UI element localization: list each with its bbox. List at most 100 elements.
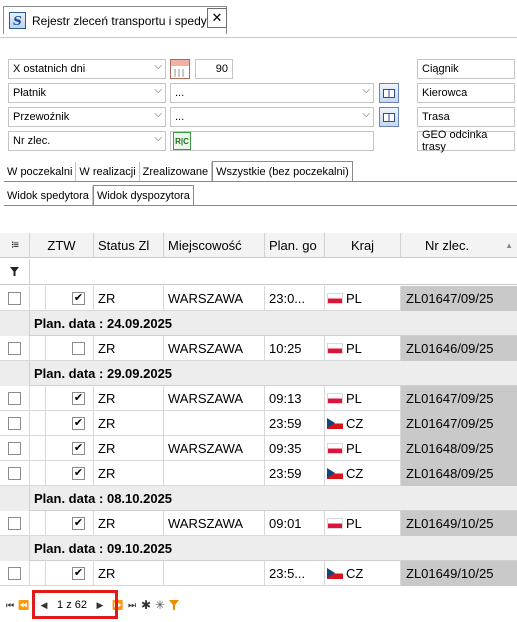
group-row-label: Plan. data : 29.09.2025 [34, 366, 173, 381]
country-code: PL [346, 516, 362, 531]
row-select-cell [0, 286, 30, 311]
column-header-ztw[interactable]: ZTW [30, 233, 94, 258]
period-select[interactable]: X ostatnich dni ⌵ [8, 59, 166, 79]
pager-highlight-box [32, 590, 118, 619]
ztw-checkbox[interactable]: ✔ [72, 517, 85, 530]
row-select-checkbox[interactable] [8, 467, 21, 480]
country-code: CZ [346, 416, 364, 431]
plan-time-cell: 09:35 [265, 436, 325, 461]
group-row-indent [0, 486, 30, 511]
table-row[interactable]: ✔ ZR WARSZAWA 23:0... PL ZL01647/09/25 [0, 286, 517, 311]
table-row[interactable]: ✔ ZR WARSZAWA 09:01 PL ZL01649/10/25 [0, 511, 517, 536]
row-select-checkbox[interactable] [8, 442, 21, 455]
group-row-label: Plan. data : 09.10.2025 [34, 541, 173, 556]
column-header-order-number[interactable]: Nr zlec. ▲ [401, 233, 517, 258]
ztw-checkbox[interactable]: ✔ [72, 442, 85, 455]
close-tab-button[interactable]: ✕ [207, 8, 227, 28]
column-header-plan-time[interactable]: Plan. go [265, 233, 325, 258]
country-code: PL [346, 291, 362, 306]
ztw-cell: ✔ [30, 286, 94, 311]
row-select-checkbox[interactable] [8, 517, 21, 530]
plan-time-cell: 09:01 [265, 511, 325, 536]
tab-forwarder-view[interactable]: Widok spedytora [4, 186, 93, 205]
tab-in-progress[interactable]: W realizacji [76, 162, 140, 181]
order-number-cell: ZL01648/09/25 [401, 461, 517, 486]
column-header-country-label: Kraj [350, 238, 375, 253]
document-tab[interactable]: S Rejestr zleceń transportu i spedycji [3, 6, 227, 34]
czech-flag-icon [327, 468, 343, 479]
table-row[interactable]: ✔ ZR 23:59 CZ ZL01647/09/25 [0, 411, 517, 436]
edit-record-button[interactable]: ✳ [153, 596, 167, 614]
group-row[interactable]: Plan. data : 08.10.2025 [0, 486, 517, 511]
polish-flag-icon [327, 293, 343, 304]
tab-waiting[interactable]: W poczekalni [4, 162, 77, 181]
city-cell: WARSZAWA [164, 511, 265, 536]
tractor-button[interactable]: Ciągnik [417, 59, 515, 79]
row-select-checkbox[interactable] [8, 392, 21, 405]
column-chooser-icon[interactable]: ⁝≡ [0, 233, 30, 258]
first-page-button[interactable]: ⏮ [3, 596, 17, 614]
row-select-checkbox[interactable] [8, 567, 21, 580]
tab-all[interactable]: Wszystkie (bez poczekalni) [212, 161, 353, 181]
column-header-status[interactable]: Status Zl [94, 233, 164, 258]
carrier-detail-select[interactable]: ... ⌵ [170, 107, 374, 127]
calendar-icon[interactable] [170, 59, 190, 79]
table-row[interactable]: ZR WARSZAWA 10:25 PL ZL01646/09/25 [0, 336, 517, 361]
asterisk-icon: ✱ [140, 598, 152, 612]
last-page-button[interactable]: ⏭ [125, 596, 139, 614]
table-row[interactable]: ✔ ZR 23:59 CZ ZL01648/09/25 [0, 461, 517, 486]
row-select-checkbox[interactable] [8, 417, 21, 430]
carrier-select[interactable]: Przewoźnik ⌵ [8, 107, 166, 127]
order-number-select[interactable]: Nr zlec. ⌵ [8, 131, 166, 151]
row-select-checkbox[interactable] [8, 292, 21, 305]
table-row[interactable]: ✔ ZR 23:5... CZ ZL01649/10/25 [0, 561, 517, 586]
ztw-cell: ✔ [30, 436, 94, 461]
days-input[interactable]: 90 [195, 59, 233, 79]
add-record-button[interactable]: ✱ [139, 596, 153, 614]
country-cell: CZ [325, 411, 401, 436]
tab-completed[interactable]: Zrealizowane [140, 162, 213, 181]
filter-button[interactable] [167, 596, 181, 614]
geo-route-segment-button[interactable]: GEO odcinka trasy [417, 129, 515, 153]
ztw-checkbox[interactable]: ✔ [72, 392, 85, 405]
polish-flag-icon [327, 443, 343, 454]
group-row[interactable]: Plan. data : 24.09.2025 [0, 311, 517, 336]
first-page-icon: ⏮ [5, 599, 15, 610]
funnel-icon[interactable] [0, 259, 30, 284]
driver-button-label: Kierowca [422, 87, 468, 99]
ztw-checkbox[interactable] [72, 342, 85, 355]
payer-detail-select[interactable]: ... ⌵ [170, 83, 374, 103]
row-select-checkbox[interactable] [8, 342, 21, 355]
ztw-checkbox[interactable]: ✔ [72, 467, 85, 480]
carrier-detail-value: ... [175, 111, 185, 123]
ztw-checkbox[interactable]: ✔ [72, 417, 85, 430]
previous-block-button[interactable]: ⏪ [17, 596, 31, 614]
order-number-input[interactable]: R|C [170, 131, 374, 151]
column-header-city[interactable]: Miejscowość [164, 233, 265, 258]
carrier-lookup-button[interactable] [379, 107, 399, 127]
chevron-down-icon: ⌵ [154, 133, 162, 144]
czech-flag-icon [327, 418, 343, 429]
plan-time-cell: 23:5... [265, 561, 325, 586]
table-row[interactable]: ✔ ZR WARSZAWA 09:13 PL ZL01647/09/25 [0, 386, 517, 411]
payer-select[interactable]: Płatnik ⌵ [8, 83, 166, 103]
group-row[interactable]: Plan. data : 29.09.2025 [0, 361, 517, 386]
driver-button[interactable]: Kierowca [417, 83, 515, 103]
status-cell: ZR [94, 411, 164, 436]
order-number-select-value: Nr zlec. [13, 135, 51, 147]
route-button[interactable]: Trasa [417, 107, 515, 127]
order-number-cell: ZL01647/09/25 [401, 411, 517, 436]
city-cell: WARSZAWA [164, 436, 265, 461]
group-row[interactable]: Plan. data : 09.10.2025 [0, 536, 517, 561]
grid-filter-row[interactable] [0, 259, 517, 285]
ztw-checkbox[interactable]: ✔ [72, 292, 85, 305]
route-button-label: Trasa [422, 111, 450, 123]
status-cell: ZR [94, 461, 164, 486]
status-cell: ZR [94, 386, 164, 411]
payer-lookup-button[interactable] [379, 83, 399, 103]
ztw-checkbox[interactable]: ✔ [72, 567, 85, 580]
column-header-country[interactable]: Kraj [325, 233, 401, 258]
table-row[interactable]: ✔ ZR WARSZAWA 09:35 PL ZL01648/09/25 [0, 436, 517, 461]
country-cell: PL [325, 511, 401, 536]
tab-dispatcher-view[interactable]: Widok dyspozytora [92, 185, 194, 205]
